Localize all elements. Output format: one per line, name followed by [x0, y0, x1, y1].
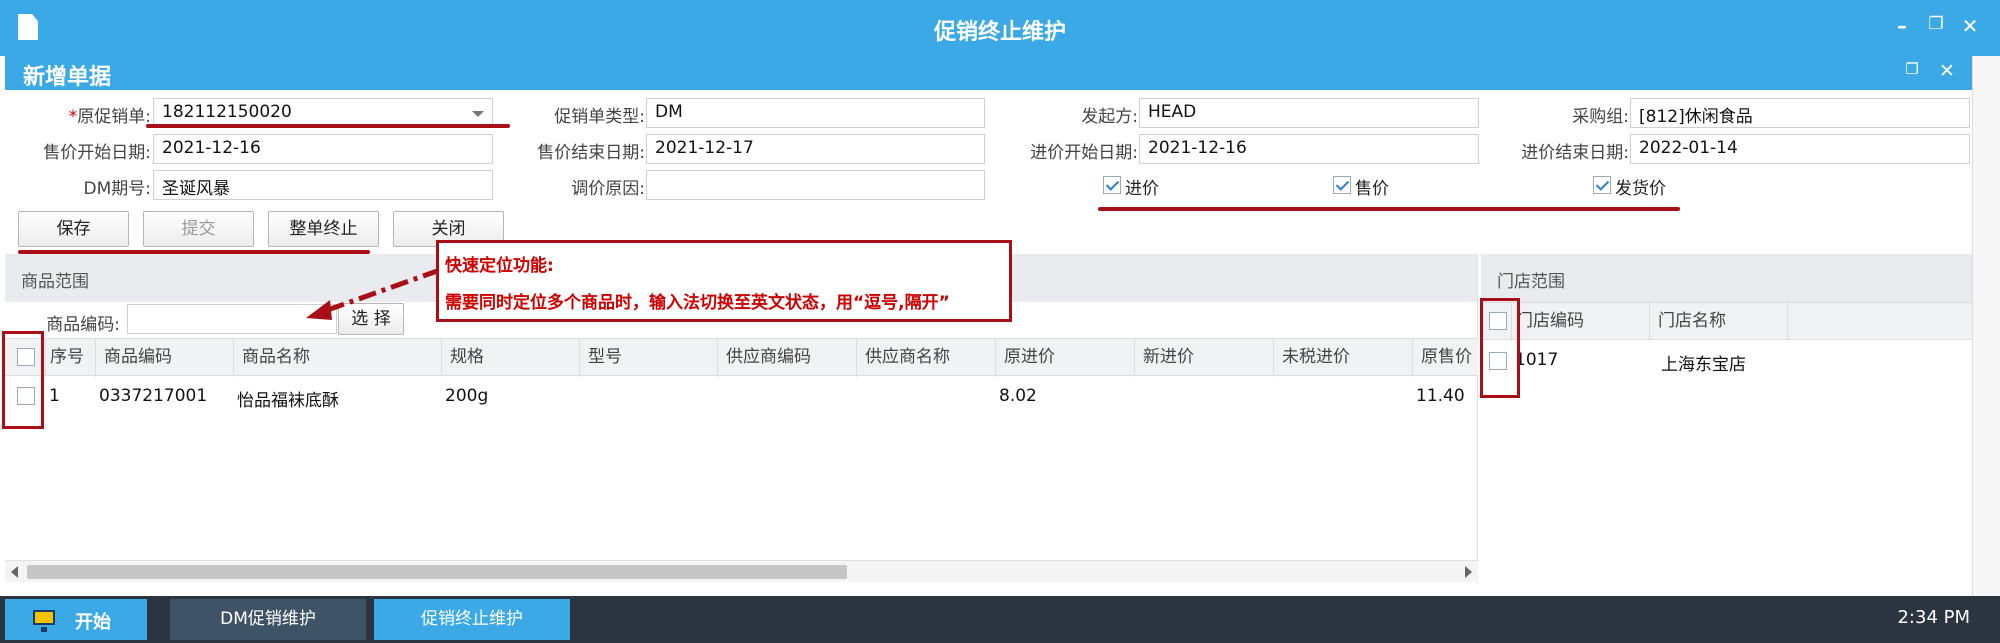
goods-grid-header: 序号 商品编码 商品名称 规格 型号 供应商编码 供应商名称 原进价 新进价 未… — [5, 338, 1478, 377]
task-promo-terminate[interactable]: 促销终止维护 — [374, 599, 570, 640]
start-button[interactable]: 开始 — [5, 599, 147, 640]
promo-type-field[interactable]: DM — [646, 98, 985, 128]
col-supplier-name[interactable]: 供应商名称 — [856, 339, 995, 377]
col-model[interactable]: 型号 — [579, 339, 717, 377]
col-goods-name[interactable]: 商品名称 — [233, 339, 441, 377]
scroll-thumb[interactable] — [27, 565, 847, 579]
window-titlebar: 促销终止维护 – ❐ ✕ — [0, 0, 2000, 56]
initiator-label: 发起方: — [1081, 107, 1138, 127]
quick-locate-callout: 快速定位功能: 需要同时定位多个商品时，输入法切换至英文状态，用“逗号,隔开” — [436, 240, 1012, 322]
cell-store-code: 1017 — [1515, 350, 1559, 370]
dialog-close-icon[interactable]: ✕ — [1935, 60, 1959, 82]
purchase-group-label: 采购组: — [1572, 107, 1629, 127]
annotation-underline-orig-promo — [146, 124, 510, 128]
adjust-reason-label: 调价原因: — [571, 179, 645, 199]
cost-start-label: 进价开始日期: — [1030, 143, 1138, 163]
save-button[interactable]: 保存 — [18, 211, 129, 247]
checkbox-sale-price[interactable] — [1333, 176, 1351, 194]
store-panel-header: 门店范围 — [1481, 254, 1972, 302]
cell-spec: 200g — [445, 386, 489, 406]
taskbar: 开始 DM促销维护 促销终止维护 2:34 PM — [0, 596, 2000, 643]
checkbox-ship-price-label: 发货价 — [1615, 179, 1666, 199]
col-seq[interactable]: 序号 — [45, 339, 95, 377]
goods-panel-title: 商品范围 — [21, 272, 89, 292]
annotation-box-store-checkboxes — [1480, 298, 1520, 398]
sale-start-field[interactable]: 2021-12-16 — [153, 134, 493, 164]
dialog-title: 新增单据 — [23, 65, 112, 90]
callout-title: 快速定位功能: — [445, 256, 554, 276]
monitor-icon — [33, 610, 55, 632]
terminate-all-button[interactable]: 整单终止 — [268, 211, 379, 247]
purchase-group-field[interactable]: [812]休闲食品 — [1630, 98, 1970, 128]
col-store-code[interactable]: 门店编码 — [1511, 303, 1649, 341]
task-dm-promo[interactable]: DM促销维护 — [170, 599, 366, 640]
window-title: 促销终止维护 — [933, 20, 1066, 45]
store-panel: 门店范围 门店编码 门店名称 1017 上海东宝店 — [1481, 254, 1972, 584]
col-supplier-code[interactable]: 供应商编码 — [717, 339, 856, 377]
cell-store-name: 上海东宝店 — [1661, 355, 1746, 375]
cost-start-field[interactable]: 2021-12-16 — [1139, 134, 1479, 164]
cell-goods-name: 怡品福袜底酥 — [237, 391, 339, 411]
dialog-titlebar: 新增单据 ❐ ✕ — [5, 56, 1972, 90]
col-new-cost[interactable]: 新进价 — [1134, 339, 1273, 377]
col-spec[interactable]: 规格 — [441, 339, 579, 377]
minimize-icon[interactable]: – — [1890, 14, 1914, 38]
cost-end-field[interactable]: 2022-01-14 — [1630, 134, 1970, 164]
chevron-down-icon[interactable] — [472, 111, 484, 117]
close-icon[interactable]: ✕ — [1958, 14, 1982, 38]
restore-icon[interactable]: ❐ — [1924, 14, 1948, 34]
annotation-arrow — [306, 267, 441, 320]
annotation-box-goods-checkboxes — [2, 331, 44, 429]
store-panel-title: 门店范围 — [1497, 272, 1565, 292]
clock: 2:34 PM — [1897, 607, 1970, 628]
cell-goods-code: 0337217001 — [99, 386, 208, 406]
initiator-field[interactable]: HEAD — [1139, 98, 1479, 128]
start-label: 开始 — [75, 612, 111, 633]
checkbox-cost-price[interactable] — [1103, 176, 1121, 194]
cost-end-label: 进价结束日期: — [1521, 143, 1629, 163]
right-edge-strip — [1972, 56, 2000, 596]
header-form: *原促销单: 182112150020 促销单类型: DM 发起方: HEAD … — [5, 90, 1972, 250]
callout-text: 需要同时定位多个商品时，输入法切换至英文状态，用“逗号,隔开” — [445, 293, 950, 313]
cell-orig-cost: 8.02 — [999, 386, 1037, 406]
annotation-underline-checkboxes — [1098, 207, 1680, 211]
col-store-blank — [1787, 303, 1972, 341]
promo-type-label: 促销单类型: — [554, 107, 645, 127]
dm-period-label: DM期号: — [83, 179, 152, 199]
dialog-restore-icon[interactable]: ❐ — [1900, 60, 1924, 78]
goods-horizontal-scrollbar[interactable] — [5, 560, 1478, 582]
adjust-reason-field[interactable] — [646, 170, 985, 200]
dm-period-field[interactable]: 圣诞风暴 — [153, 170, 493, 200]
submit-button[interactable]: 提交 — [143, 211, 254, 247]
col-store-name[interactable]: 门店名称 — [1649, 303, 1787, 341]
checkbox-sale-price-label: 售价 — [1355, 179, 1389, 199]
sale-end-label: 售价结束日期: — [537, 143, 645, 163]
scroll-right-icon[interactable] — [1465, 566, 1472, 578]
col-net-cost[interactable]: 未税进价 — [1273, 339, 1412, 377]
orig-promo-label: *原促销单: — [68, 107, 151, 127]
col-orig-cost[interactable]: 原进价 — [995, 339, 1134, 377]
col-orig-price[interactable]: 原售价 — [1412, 339, 1478, 377]
col-goods-code[interactable]: 商品编码 — [95, 339, 233, 377]
sale-end-field[interactable]: 2021-12-17 — [646, 134, 985, 164]
scroll-left-icon[interactable] — [11, 566, 18, 578]
sale-start-label: 售价开始日期: — [43, 143, 151, 163]
checkbox-ship-price[interactable] — [1593, 176, 1611, 194]
cell-seq: 1 — [49, 386, 60, 406]
checkbox-cost-price-label: 进价 — [1125, 179, 1159, 199]
cell-orig-price: 11.40 — [1416, 386, 1465, 406]
store-grid-header: 门店编码 门店名称 — [1481, 302, 1972, 341]
